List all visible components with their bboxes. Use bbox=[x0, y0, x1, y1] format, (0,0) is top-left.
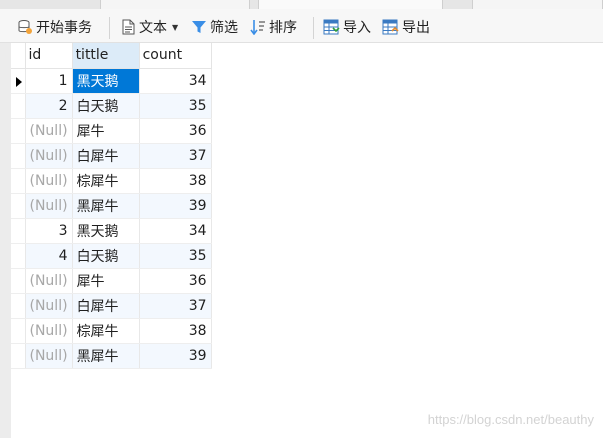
cell-id[interactable]: (Null) bbox=[25, 343, 73, 369]
cell-id[interactable]: 1 bbox=[25, 68, 73, 94]
cell-count[interactable]: 34 bbox=[139, 218, 212, 244]
cell-id[interactable]: 4 bbox=[25, 243, 73, 269]
filter-icon bbox=[192, 21, 206, 33]
cell-tittle[interactable]: 白天鹅 bbox=[72, 243, 140, 269]
cell-count[interactable]: 35 bbox=[139, 243, 212, 269]
sort-button[interactable]: 排序 bbox=[250, 17, 297, 37]
cell-count[interactable]: 38 bbox=[139, 318, 212, 344]
table-row[interactable]: 4 白天鹅 35 bbox=[11, 243, 212, 269]
table-row[interactable]: (Null) 白犀牛 37 bbox=[11, 143, 212, 169]
tab-1[interactable] bbox=[100, 0, 250, 9]
row-indicator-header bbox=[11, 43, 26, 69]
table-row[interactable]: (Null) 棕犀牛 38 bbox=[11, 168, 212, 194]
cell-tittle[interactable]: 黑天鹅 bbox=[72, 68, 140, 94]
text-view-button[interactable]: 文本 ▼ bbox=[121, 17, 178, 37]
cell-count[interactable]: 39 bbox=[139, 193, 212, 219]
table-row[interactable]: (Null) 犀牛 36 bbox=[11, 268, 212, 294]
table-row[interactable]: 1 黑天鹅 34 bbox=[11, 68, 212, 94]
sort-icon bbox=[250, 20, 265, 35]
filter-button[interactable]: 筛选 bbox=[191, 17, 238, 37]
tab-strip bbox=[0, 0, 603, 9]
cell-id[interactable]: (Null) bbox=[25, 143, 73, 169]
table-row[interactable]: (Null) 白犀牛 37 bbox=[11, 293, 212, 319]
cell-tittle[interactable]: 棕犀牛 bbox=[72, 318, 140, 344]
current-row-pointer-icon bbox=[16, 76, 22, 87]
row-indicator[interactable] bbox=[11, 318, 26, 344]
column-header-tittle[interactable]: tittle bbox=[72, 43, 140, 69]
tab-2[interactable] bbox=[258, 0, 443, 9]
tab-3[interactable] bbox=[472, 0, 603, 9]
row-indicator[interactable] bbox=[11, 268, 26, 294]
cell-count[interactable]: 38 bbox=[139, 168, 212, 194]
sort-label: 排序 bbox=[269, 20, 297, 36]
column-header-id[interactable]: id bbox=[25, 43, 73, 69]
row-indicator[interactable] bbox=[11, 143, 26, 169]
import-button[interactable]: 导入 bbox=[323, 17, 371, 37]
cell-tittle[interactable]: 犀牛 bbox=[72, 268, 140, 294]
transaction-icon bbox=[18, 20, 32, 34]
cell-id[interactable]: (Null) bbox=[25, 193, 73, 219]
cell-id[interactable]: (Null) bbox=[25, 268, 73, 294]
column-header-count[interactable]: count bbox=[139, 43, 212, 69]
export-icon bbox=[382, 19, 399, 35]
row-indicator[interactable] bbox=[11, 193, 26, 219]
row-indicator[interactable] bbox=[11, 343, 26, 369]
cell-tittle[interactable]: 黑天鹅 bbox=[72, 218, 140, 244]
table-row[interactable]: 2 白天鹅 35 bbox=[11, 93, 212, 119]
table-row[interactable]: (Null) 棕犀牛 38 bbox=[11, 318, 212, 344]
row-indicator[interactable] bbox=[11, 93, 26, 119]
cell-count[interactable]: 37 bbox=[139, 293, 212, 319]
table-row[interactable]: 3 黑天鹅 34 bbox=[11, 218, 212, 244]
cell-id[interactable]: 2 bbox=[25, 93, 73, 119]
import-label: 导入 bbox=[343, 20, 371, 36]
table-row[interactable]: (Null) 黑犀牛 39 bbox=[11, 193, 212, 219]
grid-header-row: id tittle count bbox=[11, 43, 212, 69]
cell-count[interactable]: 34 bbox=[139, 68, 212, 94]
row-indicator[interactable] bbox=[11, 218, 26, 244]
cell-count[interactable]: 36 bbox=[139, 268, 212, 294]
table-row[interactable]: (Null) 黑犀牛 39 bbox=[11, 343, 212, 369]
row-indicator[interactable] bbox=[11, 293, 26, 319]
cell-count[interactable]: 39 bbox=[139, 343, 212, 369]
data-grid: id tittle count 1 黑天鹅 34 2 白天鹅 35 (Null) 犀牛 36 (N… bbox=[11, 43, 212, 369]
text-doc-icon bbox=[122, 19, 135, 35]
row-indicator[interactable] bbox=[11, 168, 26, 194]
toolbar-separator bbox=[313, 17, 314, 39]
table-row[interactable]: (Null) 犀牛 36 bbox=[11, 118, 212, 144]
cell-tittle[interactable]: 白犀牛 bbox=[72, 143, 140, 169]
cell-id[interactable]: (Null) bbox=[25, 118, 73, 144]
cell-count[interactable]: 37 bbox=[139, 143, 212, 169]
text-view-label: 文本 bbox=[139, 20, 167, 36]
cell-id[interactable]: 3 bbox=[25, 218, 73, 244]
export-button[interactable]: 导出 bbox=[382, 17, 430, 37]
begin-transaction-button[interactable]: 开始事务 bbox=[17, 17, 92, 37]
import-icon bbox=[323, 19, 340, 35]
cell-id[interactable]: (Null) bbox=[25, 293, 73, 319]
cell-tittle[interactable]: 白天鹅 bbox=[72, 93, 140, 119]
cell-tittle[interactable]: 白犀牛 bbox=[72, 293, 140, 319]
cell-count[interactable]: 35 bbox=[139, 93, 212, 119]
cell-tittle[interactable]: 黑犀牛 bbox=[72, 193, 140, 219]
cell-id[interactable]: (Null) bbox=[25, 168, 73, 194]
cell-id[interactable]: (Null) bbox=[25, 318, 73, 344]
filter-label: 筛选 bbox=[210, 20, 238, 36]
left-gutter bbox=[0, 43, 11, 438]
chevron-down-icon: ▼ bbox=[172, 22, 179, 32]
toolbar-separator bbox=[109, 17, 110, 39]
cell-count[interactable]: 36 bbox=[139, 118, 212, 144]
cell-tittle[interactable]: 黑犀牛 bbox=[72, 343, 140, 369]
toolbar: 开始事务 文本 ▼ 筛选 排序 导入 导出 bbox=[0, 9, 603, 43]
row-indicator[interactable] bbox=[11, 118, 26, 144]
row-indicator[interactable] bbox=[11, 243, 26, 269]
cell-tittle[interactable]: 犀牛 bbox=[72, 118, 140, 144]
watermark: https://blog.csdn.net/beauthy bbox=[427, 412, 594, 427]
cell-tittle[interactable]: 棕犀牛 bbox=[72, 168, 140, 194]
grid-body: 1 黑天鹅 34 2 白天鹅 35 (Null) 犀牛 36 (Null) 白犀牛 37 (Null) 棕… bbox=[11, 68, 212, 369]
row-indicator[interactable] bbox=[11, 68, 26, 94]
export-label: 导出 bbox=[402, 20, 430, 36]
begin-transaction-label: 开始事务 bbox=[36, 20, 92, 36]
